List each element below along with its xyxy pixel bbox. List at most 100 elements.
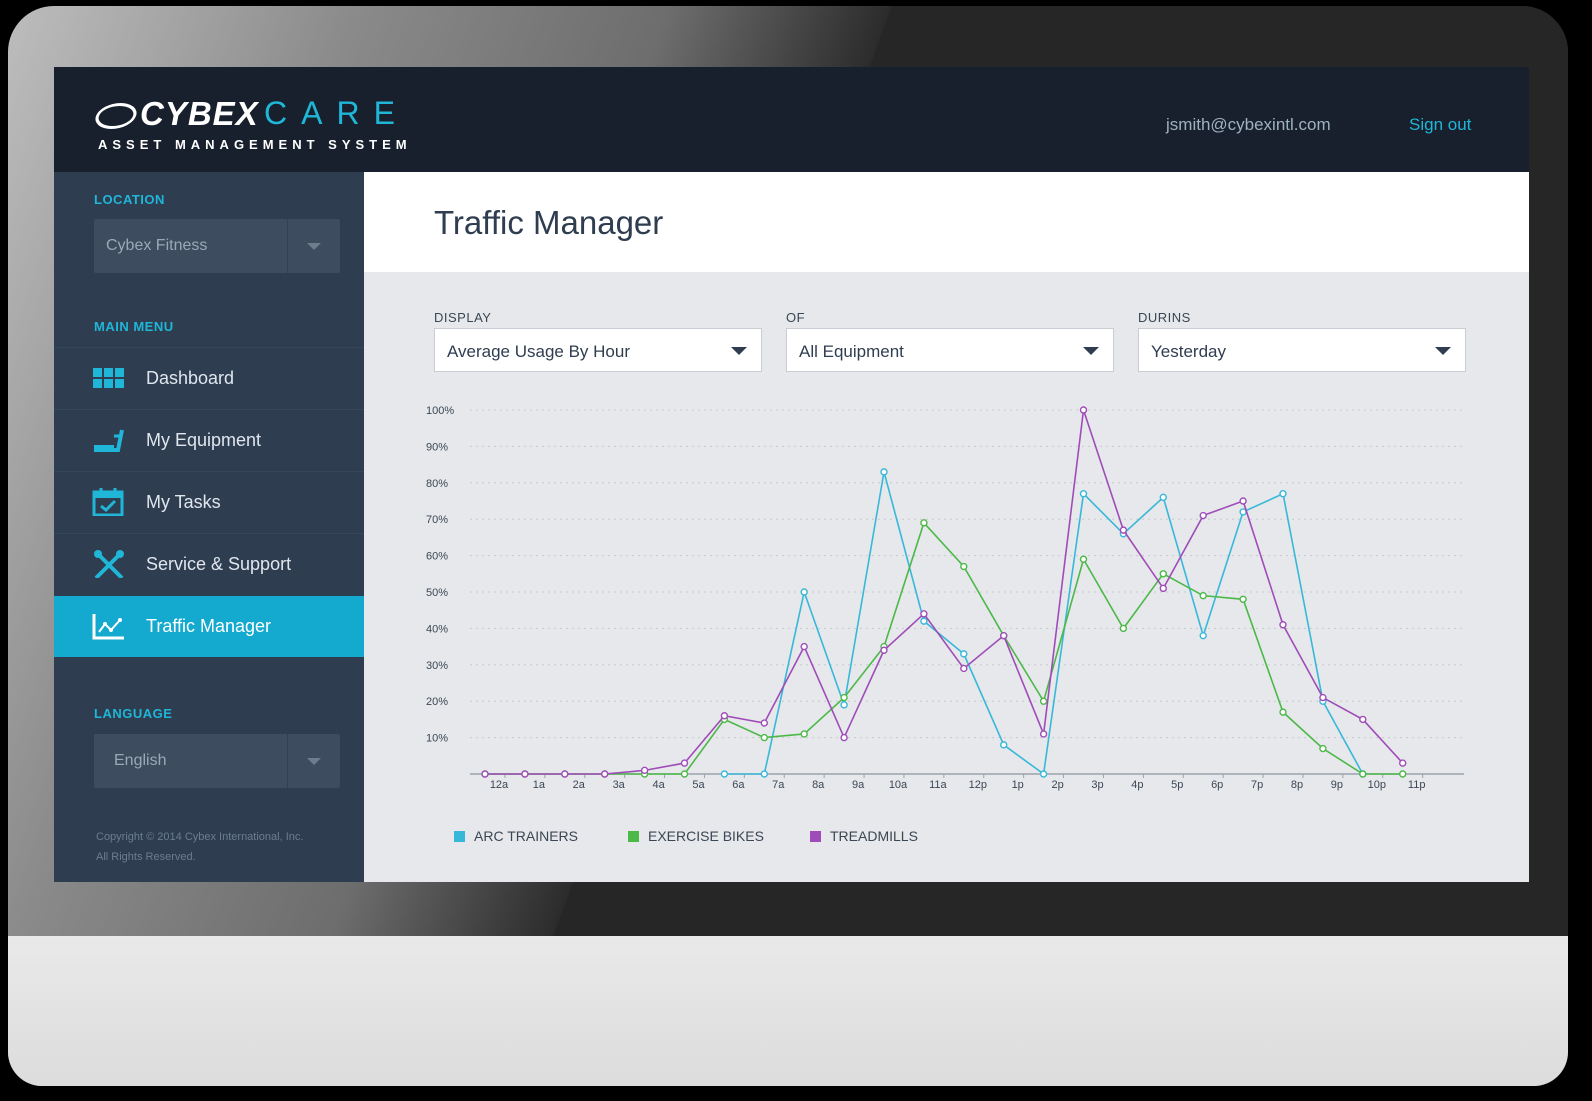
data-point — [1039, 770, 1048, 778]
x-tick-label: 11a — [929, 779, 947, 791]
y-tick-label: 50% — [426, 587, 448, 599]
y-tick-label: 100% — [426, 405, 454, 417]
data-point — [1119, 526, 1128, 534]
y-tick-label: 10% — [426, 733, 448, 745]
calendar-check-icon — [92, 488, 124, 516]
sidebar-item-label: My Equipment — [146, 430, 262, 450]
sidebar-item-traffic-manager[interactable]: Traffic Manager — [54, 596, 364, 657]
data-point — [1079, 490, 1088, 498]
period-value: Yesterday — [1151, 342, 1226, 361]
series-line-1 — [485, 521, 1403, 775]
data-point — [840, 693, 848, 702]
data-point — [1159, 570, 1167, 578]
swoosh-icon — [91, 103, 141, 130]
sidebar: LOCATION Cybex Fitness MAIN MENU Dashboa… — [54, 172, 364, 882]
x-tick-label: 5p — [1171, 779, 1183, 791]
equipment-select[interactable]: All Equipment — [786, 328, 1114, 372]
data-point — [1279, 490, 1287, 498]
data-point — [840, 733, 848, 742]
data-point — [1199, 591, 1207, 600]
display-label: DISPLAY — [434, 310, 492, 325]
language-select[interactable]: English — [94, 734, 340, 788]
data-point — [1159, 584, 1167, 593]
location-select[interactable]: Cybex Fitness — [94, 219, 340, 273]
sidebar-item-label: Traffic Manager — [146, 616, 272, 636]
location-dropdown-toggle[interactable] — [287, 219, 340, 273]
x-tick-label: 9p — [1331, 779, 1343, 791]
page-header: Traffic Manager — [364, 172, 1529, 272]
main-menu-label: MAIN MENU — [94, 319, 174, 334]
data-point — [1319, 693, 1327, 702]
chevron-down-icon — [307, 758, 321, 765]
data-point — [960, 650, 968, 658]
chevron-down-icon — [1435, 347, 1451, 355]
legend-label: EXERCISE BIKES — [648, 828, 764, 844]
y-tick-label: 80% — [426, 478, 448, 490]
language-dropdown-toggle[interactable] — [287, 734, 340, 788]
app-screen: CYBEX CARE ASSET MANAGEMENT SYSTEM jsmit… — [54, 67, 1529, 882]
equipment-value: All Equipment — [799, 342, 904, 361]
x-tick-label: 10p — [1368, 779, 1386, 791]
x-tick-label: 5a — [692, 779, 705, 791]
x-tick-label: 3a — [613, 779, 626, 791]
logo-care: CARE — [264, 95, 409, 131]
legend-swatch — [628, 831, 639, 842]
sidebar-item-my-equipment[interactable]: My Equipment — [54, 409, 364, 471]
y-tick-label: 70% — [426, 514, 448, 526]
x-tick-label: 1a — [533, 779, 546, 791]
data-point — [920, 610, 928, 618]
data-point — [920, 617, 928, 625]
display-value: Average Usage By Hour — [447, 342, 631, 361]
tools-icon — [94, 550, 124, 578]
data-point — [760, 719, 768, 727]
data-point — [600, 770, 609, 778]
data-point — [760, 733, 768, 742]
x-tick-label: 8p — [1291, 779, 1303, 791]
legend-swatch — [454, 831, 465, 842]
data-point — [880, 468, 888, 476]
x-tick-label: 6p — [1211, 779, 1223, 791]
data-point — [680, 770, 689, 778]
sidebar-item-label: Service & Support — [146, 554, 292, 574]
x-tick-label: 6a — [732, 779, 745, 791]
during-label: DURINS — [1138, 310, 1191, 325]
sidebar-item-service-support[interactable]: Service & Support — [54, 533, 364, 595]
y-tick-label: 20% — [426, 696, 448, 708]
x-tick-label: 4a — [652, 779, 665, 791]
data-point — [1039, 697, 1048, 705]
copyright-line: All Rights Reserved. — [96, 851, 196, 863]
data-point — [1079, 406, 1088, 414]
x-tick-label: 12p — [969, 779, 987, 791]
location-label: LOCATION — [94, 192, 165, 207]
user-email: jsmith@cybexintl.com — [1166, 115, 1331, 134]
sidebar-item-my-tasks[interactable]: My Tasks — [54, 471, 364, 533]
copyright-line: Copyright © 2014 Cybex International, In… — [96, 831, 304, 843]
x-tick-label: 1p — [1012, 779, 1024, 791]
monitor-chin — [8, 936, 1568, 1086]
display-select[interactable]: Average Usage By Hour — [434, 328, 762, 372]
chevron-down-icon — [307, 243, 321, 250]
data-point — [1279, 621, 1287, 629]
data-point — [1000, 631, 1008, 640]
sidebar-item-label: My Tasks — [146, 492, 221, 512]
data-point — [800, 642, 808, 651]
data-point — [1359, 770, 1367, 778]
data-point — [481, 770, 489, 778]
grid-icon — [93, 368, 124, 388]
x-tick-label: 8a — [812, 779, 825, 791]
traffic-chart: 10% 20% 30% 40% 50% 60% 70% 80% 90% 100% 12a 1a 2a 3a… — [426, 405, 1464, 791]
monitor-frame: CYBEX CARE ASSET MANAGEMENT SYSTEM jsmit… — [8, 6, 1568, 1086]
x-tick-label: 9a — [852, 779, 865, 791]
period-select[interactable]: Yesterday — [1138, 328, 1466, 372]
chart-icon — [92, 614, 124, 640]
data-point — [1039, 730, 1048, 738]
x-tick-label: 4p — [1131, 779, 1143, 791]
data-point — [840, 701, 848, 709]
data-point — [1319, 744, 1327, 753]
data-point — [640, 766, 649, 775]
series-line-2 — [485, 409, 1404, 775]
sign-out-link[interactable]: Sign out — [1409, 115, 1471, 135]
sidebar-item-dashboard[interactable]: Dashboard — [54, 347, 364, 409]
data-point — [800, 588, 808, 596]
x-tick-label: 2p — [1051, 779, 1063, 791]
